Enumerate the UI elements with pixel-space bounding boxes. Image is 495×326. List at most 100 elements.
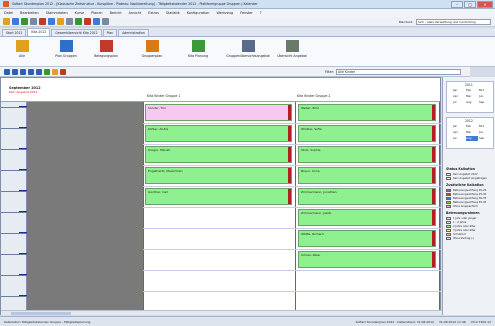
month-view-icon[interactable] (60, 68, 66, 75)
print-icon[interactable] (30, 18, 37, 25)
undo-icon[interactable] (84, 18, 91, 25)
scrollbar-thumb[interactable] (11, 312, 71, 315)
month-cell[interactable]: Aug (466, 136, 478, 141)
last-page-icon[interactable] (36, 68, 42, 75)
time-slot-marker (1, 253, 27, 255)
month-cell[interactable]: Mai (466, 94, 478, 99)
settings-icon[interactable] (102, 18, 109, 25)
tab-start[interactable]: Start 2012 (2, 29, 27, 36)
appointment[interactable]: Zimmermann, Jakob (298, 209, 436, 226)
month-cell[interactable]: Mai (466, 130, 478, 135)
week-view-icon[interactable] (52, 68, 58, 75)
tab-administration[interactable]: Administration (118, 29, 149, 36)
ribbon-label: Alle (19, 54, 25, 58)
appointment[interactable]: Braun, Anna (298, 167, 436, 184)
new-icon[interactable] (3, 18, 10, 25)
tab-gesamtuebersicht[interactable]: Gesamtübersicht Kita 2012 (51, 29, 102, 36)
delete-icon[interactable] (39, 18, 46, 25)
refresh-icon[interactable] (48, 18, 55, 25)
month-cell[interactable]: Jul (453, 100, 465, 105)
time-slot-marker (1, 190, 27, 192)
menu-extras[interactable]: Extras (148, 11, 159, 15)
month-cell[interactable]: Aug (466, 100, 478, 105)
legend-swatch (446, 192, 451, 196)
month-cell[interactable]: Feb (466, 124, 478, 129)
maximize-button[interactable]: □ (464, 1, 476, 8)
month-cell[interactable]: Sep (479, 136, 491, 141)
appointment[interactable]: Sander, Tim (145, 104, 292, 121)
menu-help[interactable]: ? (260, 11, 262, 15)
previous-icon[interactable] (12, 68, 18, 75)
next-icon[interactable] (28, 68, 34, 75)
month-cell[interactable]: Jun (479, 130, 491, 135)
appointment[interactable]: Engelhardt, Maximilian (145, 167, 292, 184)
menu-konfiguration[interactable]: Konfiguration (187, 11, 210, 15)
legend-swatch (446, 220, 451, 224)
time-slot-marker (1, 295, 27, 297)
menu-bericht[interactable]: Bericht (110, 11, 122, 15)
ribbon-gruppenuebersicht-button[interactable]: Gruppenübersichtsangebot (226, 40, 270, 58)
ribbon-kita-planung-button[interactable]: Kita Planung (178, 40, 218, 58)
month-cell[interactable]: Apr (453, 130, 465, 135)
save-icon[interactable] (21, 18, 28, 25)
ribbon-gruppenplan-button[interactable]: Gruppenplan (132, 40, 172, 58)
mandant-dropdown[interactable]: S2C - alles Verwaltung und Controlling (416, 19, 491, 25)
row-divider (143, 228, 441, 229)
menu-datei[interactable]: Datei (4, 11, 13, 15)
appointment[interactable]: Stolz, Sophia (298, 146, 436, 163)
redo-icon[interactable] (93, 18, 100, 25)
month-cell[interactable]: Jan (453, 124, 465, 129)
appointment[interactable]: Winkler, Sofia (298, 125, 436, 142)
ribbon-uebersicht-angebot-button[interactable]: Übersicht Angebot (272, 40, 312, 58)
menu-bearbeiten[interactable]: Bearbeiten (20, 11, 39, 15)
open-icon[interactable] (12, 18, 19, 25)
month-cell[interactable]: Sep (479, 100, 491, 105)
filter-dropdown[interactable]: Alle Kinder (335, 69, 461, 75)
month-cell[interactable]: Mrz (479, 88, 491, 93)
appointment[interactable]: Krüger, Mariah (145, 146, 292, 163)
appointment[interactable]: Zimmermann, Jonathan (298, 188, 436, 205)
appointment[interactable]: Weber, Emil (298, 104, 436, 121)
mini-calendar-2012: 2012 Jan Feb Mrz Apr Mai Jun Jul Aug Sep (446, 117, 494, 149)
menu-statistik[interactable]: Statistik (166, 11, 180, 15)
legend-heading: Betreuungsrahmen (446, 211, 480, 215)
ribbon-belegungsplan-button[interactable]: Belegungsplan (86, 40, 126, 58)
first-page-icon[interactable] (4, 68, 10, 75)
month-cell[interactable]: Jun (479, 94, 491, 99)
export-icon[interactable] (75, 18, 82, 25)
ribbon-alle-button[interactable]: Alle (2, 40, 42, 58)
menu-werkzeug[interactable]: Werkzeug (216, 11, 233, 15)
appointment[interactable]: Günther, Carl (145, 188, 292, 205)
today-icon[interactable] (20, 68, 26, 75)
horizontal-scrollbar[interactable] (1, 310, 442, 315)
month-cell[interactable]: Jul (453, 136, 465, 141)
legend-swatch (446, 200, 451, 204)
time-slot-marker (1, 106, 27, 108)
tab-plan[interactable]: Plan (102, 29, 118, 36)
month-cell[interactable]: Mrz (479, 124, 491, 129)
menu-stammdaten[interactable]: Stammdaten (46, 11, 68, 15)
minimize-button[interactable]: – (451, 1, 463, 8)
month-cell[interactable]: Apr (453, 94, 465, 99)
search-icon[interactable] (66, 18, 73, 25)
month-cell[interactable]: Feb (466, 88, 478, 93)
appointment[interactable]: Wölfle, Richard (298, 230, 436, 247)
legend-swatch (446, 204, 451, 208)
filter-icon[interactable] (57, 18, 64, 25)
menu-ansicht[interactable]: Ansicht (129, 11, 142, 15)
menu-kurse[interactable]: Kurse (75, 11, 84, 15)
day-view-icon[interactable] (44, 68, 50, 75)
legend-label: 2 Jahre oder älter (453, 224, 476, 228)
appointment[interactable]: Köhler, André (145, 125, 292, 142)
appointment[interactable]: Schulz, Peter (298, 251, 436, 268)
tab-kita[interactable]: Kita 2012 (27, 28, 51, 36)
month-cell[interactable]: Jan (453, 88, 465, 93)
ribbon-plan-gruppen-button[interactable]: Plan Gruppen (46, 40, 86, 58)
menu-fenster[interactable]: Fenster (240, 11, 253, 15)
legend-label: Kein Angebot eingetragen (453, 176, 487, 180)
time-slot-marker (1, 274, 27, 276)
menu-planen[interactable]: Planen (91, 11, 102, 15)
close-button[interactable]: × (477, 1, 493, 8)
legend-swatch (446, 232, 451, 236)
calendar-header: September 2012 Kein Angebot 2012 Kita Ki… (1, 78, 440, 102)
